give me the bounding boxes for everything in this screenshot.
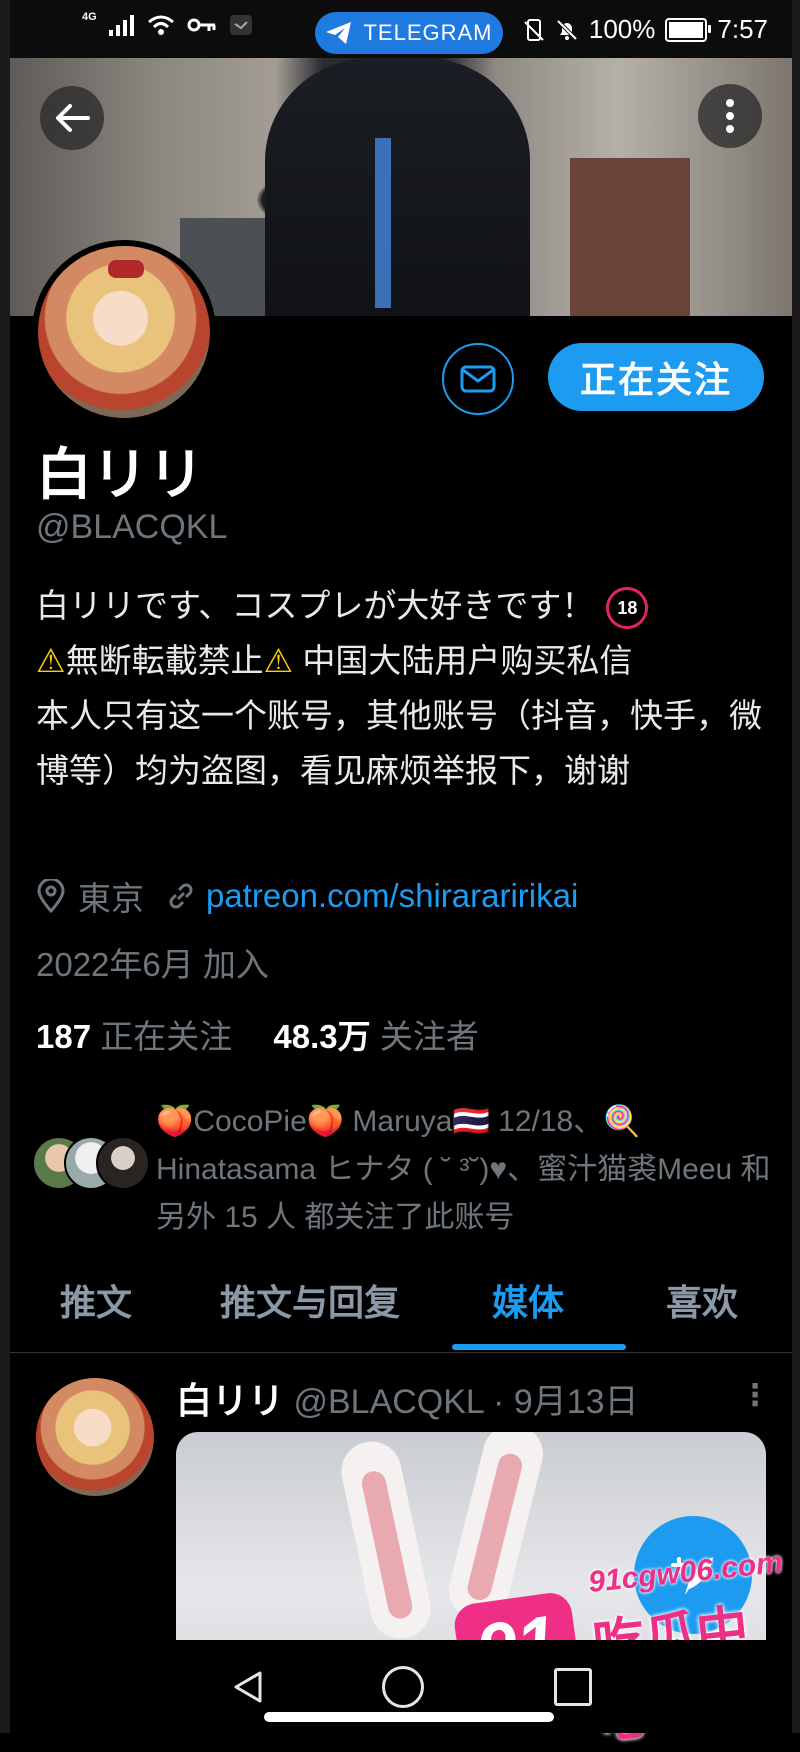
more-vertical-icon [726,99,734,133]
avatar-bow [108,260,144,278]
tab-media[interactable]: 媒体 [492,1274,564,1326]
known-followers-avatars [32,1136,150,1190]
following-count: 187 [36,1018,92,1055]
bio-line-1: 白リリです、コスプレが大好きです！ 18 [36,578,766,633]
battery-percent: 100% [588,14,656,44]
known-followers-text: 🍑CocoPie🍑 Maruya🇹🇭 12/18、🍭Hinatasama ヒナタ… [156,1105,771,1234]
mute-bell-icon [556,19,578,40]
following-button[interactable]: 正在关注 [548,343,764,411]
warning-icon: ⚠ [36,642,66,679]
tweet-author-name: 白リリ [176,1380,285,1421]
following-stat[interactable]: 187 正在关注 [36,1018,232,1055]
tab-tweets[interactable]: 推文 [60,1274,132,1326]
nav-home-icon[interactable] [382,1666,424,1708]
telegram-pill[interactable]: TELEGRAM [315,12,503,54]
tweet-more-icon[interactable]: ⋮ [740,1378,770,1413]
tweet-author-handle: @BLACQKL [293,1383,484,1421]
telegram-label: TELEGRAM [363,20,493,45]
tweet-date: 9月13日 [513,1383,639,1421]
display-name: 白リリ [36,443,204,506]
back-button[interactable] [40,86,104,150]
banner-figure-accent [375,138,391,308]
banner-door [570,158,690,316]
avatar [96,1136,150,1190]
followers-count: 48.3万 [273,1018,371,1055]
device-frame-right [792,0,800,1733]
telegram-icon [326,22,352,44]
followers-label: 关注者 [379,1018,479,1055]
more-options-button[interactable] [698,84,762,148]
status-left: 4G [82,11,253,36]
bio-line-3: 本人只有这一个账号，其他账号（抖音，快手，微博等）均为盗图，看见麻烦举报下，谢谢 [36,697,762,789]
status-right: 100% 7:57 [523,14,768,45]
adult-18-icon: 18 [606,587,649,630]
avatar-image [38,246,210,418]
status-bar: 4G 100% 7:57 TELEGRAM [10,0,792,58]
follow-stats: 187 正在关注 48.3万 关注者 [36,1010,479,1058]
device-frame-left [0,0,10,1733]
ear-inner [465,1451,525,1603]
bunny-ear-left [335,1435,437,1645]
location-text: 東京 [78,880,144,917]
battery-fill [669,21,704,38]
warning-icon-2: ⚠ [263,642,294,679]
arrow-left-icon [56,104,90,132]
gesture-handle[interactable] [264,1712,554,1722]
user-handle: @BLACQKL [36,508,228,546]
mail-icon [460,365,496,393]
following-label: 正在关注 [100,1018,233,1055]
link-icon [169,883,193,909]
joined-date: 2022年6月 加入 [36,946,269,983]
signal-icon [108,15,134,36]
banner-figure [265,58,530,316]
profile-bio: 白リリです、コスプレが大好きです！ 18 ⚠無断転載禁止⚠ 中国大陆用户购买私信 … [36,578,766,798]
tweet-avatar[interactable] [36,1378,154,1496]
wifi-icon [147,15,174,35]
battery-icon [665,17,712,42]
followers-stat[interactable]: 48.3万 关注者 [273,1018,478,1055]
profile-avatar[interactable] [32,240,216,424]
active-tab-indicator [452,1344,626,1350]
tab-tweets-replies[interactable]: 推文与回复 [220,1274,400,1326]
bio-line-2: ⚠無断転載禁止⚠ 中国大陆用户购买私信 [36,633,766,688]
bio-text-2: 無断転載禁止 [65,642,264,679]
profile-tabs: 推文 推文与回复 媒体 喜欢 [10,1262,792,1353]
profile-link[interactable]: patreon.com/shirararirikai [206,877,578,915]
tab-likes[interactable]: 喜欢 [666,1274,738,1326]
app-notification-icon [229,15,252,35]
bio-text-1: 白リリです、コスプレが大好きです！ [36,587,595,624]
network-type: 4G [82,11,97,23]
profile-meta: 東京 patreon.com/shirararirikai [36,872,578,920]
ear-inner [359,1469,415,1621]
vibrate-icon [524,18,544,41]
clock: 7:57 [717,14,768,44]
message-button[interactable] [442,343,514,415]
nav-recent-apps-icon[interactable] [554,1668,592,1706]
bio-text-2-tail: 中国大陆用户购买私信 [293,642,633,679]
key-icon [187,18,216,32]
nav-back-icon[interactable] [232,1670,264,1704]
location-icon [37,879,65,913]
system-nav-bar [10,1640,792,1733]
tweet-header: 白リリ @BLACQKL · 9月13日 [176,1372,639,1424]
tweet-separator: · [493,1383,505,1421]
